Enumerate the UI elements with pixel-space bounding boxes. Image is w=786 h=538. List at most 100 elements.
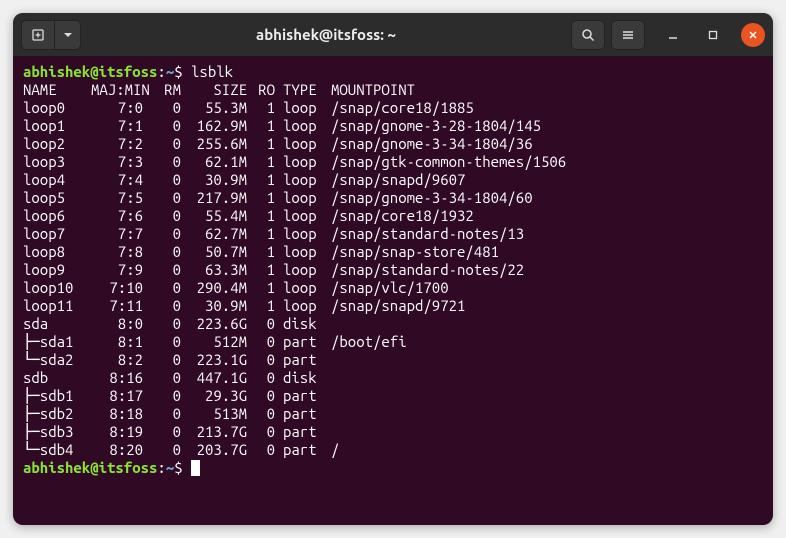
cell-majmin: 8:0 <box>91 315 143 333</box>
col-majmin: MAJ:MIN <box>91 81 143 99</box>
cell-type: loop <box>283 243 331 261</box>
cell-mountpoint: / <box>331 441 339 459</box>
cell-majmin: 7:6 <box>91 207 143 225</box>
new-tab-menu-button[interactable] <box>55 20 81 50</box>
cell-majmin: 8:1 <box>91 333 143 351</box>
cell-name: loop3 <box>23 153 91 171</box>
cell-type: disk <box>283 369 331 387</box>
cell-name: loop4 <box>23 171 91 189</box>
prompt-colon: : <box>157 63 165 80</box>
col-name: NAME <box>23 81 91 99</box>
cell-ro: 1 <box>247 261 275 279</box>
cell-mountpoint: /snap/snap-store/481 <box>331 243 499 261</box>
cell-type: loop <box>283 171 331 189</box>
cell-ro: 1 <box>247 279 275 297</box>
cell-majmin: 7:9 <box>91 261 143 279</box>
cell-name: loop10 <box>23 279 91 297</box>
cell-name: loop0 <box>23 99 91 117</box>
cell-mountpoint: /snap/standard-notes/22 <box>331 261 524 279</box>
cell-name: loop11 <box>23 297 91 315</box>
cell-rm: 0 <box>143 441 181 459</box>
cell-majmin: 7:8 <box>91 243 143 261</box>
minimize-button[interactable] <box>661 23 685 47</box>
col-type: TYPE <box>283 81 331 99</box>
cell-name: ├─sdb2 <box>23 405 91 423</box>
cell-ro: 1 <box>247 243 275 261</box>
cell-ro: 1 <box>247 117 275 135</box>
cell-name: loop1 <box>23 117 91 135</box>
col-ro: RO <box>247 81 275 99</box>
table-row: loop67:6055.4M1loop/snap/core18/1932 <box>23 207 763 225</box>
cell-ro: 0 <box>247 441 275 459</box>
cell-size: 290.4M <box>181 279 247 297</box>
cell-name: loop7 <box>23 225 91 243</box>
cell-rm: 0 <box>143 297 181 315</box>
cell-mountpoint: /snap/core18/1932 <box>331 207 474 225</box>
prompt-path: ~ <box>166 63 174 80</box>
cell-ro: 0 <box>247 423 275 441</box>
cell-type: part <box>283 351 331 369</box>
table-row: └─sdb48:200203.7G0part/ <box>23 441 763 459</box>
table-row: ├─sdb38:190213.7G0part <box>23 423 763 441</box>
col-rm: RM <box>143 81 181 99</box>
table-row: loop97:9063.3M1loop/snap/standard-notes/… <box>23 261 763 279</box>
cell-type: loop <box>283 189 331 207</box>
minimize-icon <box>668 30 678 40</box>
cell-majmin: 8:20 <box>91 441 143 459</box>
cell-name: └─sda2 <box>23 351 91 369</box>
cell-size: 29.3G <box>181 387 247 405</box>
close-button[interactable] <box>741 23 765 47</box>
cell-ro: 0 <box>247 333 275 351</box>
cell-mountpoint: /snap/snapd/9721 <box>331 297 465 315</box>
cell-size: 63.3M <box>181 261 247 279</box>
cell-rm: 0 <box>143 369 181 387</box>
cell-ro: 1 <box>247 297 275 315</box>
cell-mountpoint: /snap/snapd/9607 <box>331 171 465 189</box>
cell-ro: 1 <box>247 207 275 225</box>
cell-size: 447.1G <box>181 369 247 387</box>
cell-majmin: 8:17 <box>91 387 143 405</box>
cell-rm: 0 <box>143 315 181 333</box>
cell-rm: 0 <box>143 225 181 243</box>
cell-majmin: 8:16 <box>91 369 143 387</box>
cursor <box>191 460 200 476</box>
cell-mountpoint: /snap/gnome-3-34-1804/36 <box>331 135 533 153</box>
cell-rm: 0 <box>143 279 181 297</box>
cell-type: part <box>283 405 331 423</box>
terminal-body[interactable]: abhishek@itsfoss:~$ lsblkNAMEMAJ:MINRMSI… <box>13 57 773 525</box>
prompt-colon: : <box>157 459 165 476</box>
cell-size: 30.9M <box>181 171 247 189</box>
cell-rm: 0 <box>143 387 181 405</box>
table-row: loop07:0055.3M1loop/snap/core18/1885 <box>23 99 763 117</box>
search-icon <box>581 28 595 42</box>
maximize-button[interactable] <box>701 23 725 47</box>
cell-size: 50.7M <box>181 243 247 261</box>
cell-name: └─sdb4 <box>23 441 91 459</box>
cell-name: loop8 <box>23 243 91 261</box>
cell-rm: 0 <box>143 99 181 117</box>
cell-majmin: 7:3 <box>91 153 143 171</box>
menu-button[interactable] <box>611 20 645 50</box>
cell-rm: 0 <box>143 207 181 225</box>
cell-majmin: 7:7 <box>91 225 143 243</box>
cell-mountpoint: /snap/gnome-3-34-1804/60 <box>331 189 533 207</box>
search-button[interactable] <box>571 20 605 50</box>
cell-type: loop <box>283 117 331 135</box>
terminal-window: abhishek@itsfoss: ~ abhishek@itsfoss:~$ … <box>13 13 773 525</box>
cell-size: 223.6G <box>181 315 247 333</box>
cell-rm: 0 <box>143 189 181 207</box>
titlebar: abhishek@itsfoss: ~ <box>13 13 773 57</box>
cell-majmin: 7:0 <box>91 99 143 117</box>
table-row: └─sda28:20223.1G0part <box>23 351 763 369</box>
cell-name: sdb <box>23 369 91 387</box>
cell-type: loop <box>283 153 331 171</box>
table-row: sdb8:160447.1G0disk <box>23 369 763 387</box>
cell-mountpoint: /boot/efi <box>331 333 407 351</box>
cell-majmin: 8:2 <box>91 351 143 369</box>
prompt-line-1: abhishek@itsfoss:~$ lsblk <box>23 63 763 81</box>
cell-ro: 0 <box>247 387 275 405</box>
new-tab-button[interactable] <box>21 20 55 50</box>
cell-size: 55.3M <box>181 99 247 117</box>
cell-type: part <box>283 333 331 351</box>
cell-name: loop6 <box>23 207 91 225</box>
